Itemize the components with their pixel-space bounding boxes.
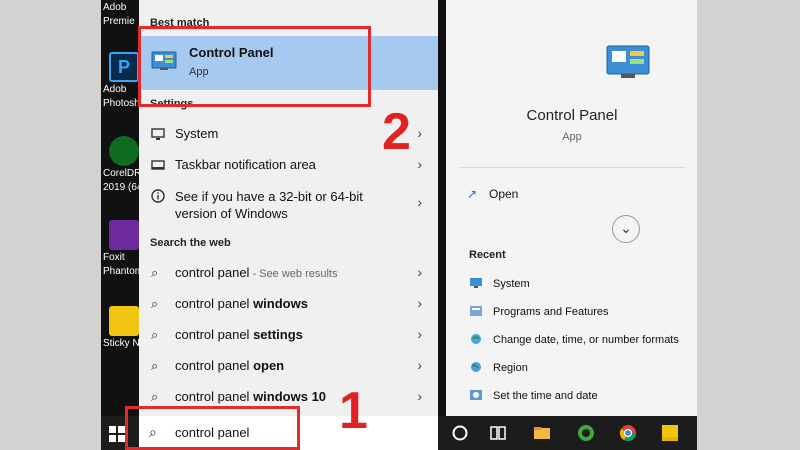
- taskbar-icon: [151, 160, 165, 170]
- desktop-icon-photoshop[interactable]: P Adob Photosh: [103, 52, 139, 110]
- web-result-item[interactable]: ⌕ control panel settings ›: [139, 321, 438, 349]
- recent-item[interactable]: Set the time and date: [469, 389, 598, 402]
- settings-item-label: System: [175, 126, 219, 141]
- chevron-right-icon[interactable]: ›: [417, 388, 422, 404]
- web-result-item[interactable]: ⌕ control panel windows ›: [139, 290, 438, 318]
- desktop-icon-coreldraw[interactable]: CorelDR 2019 (64: [103, 136, 139, 194]
- annotation-number-two: 2: [382, 103, 411, 161]
- desktop: Adob Premie P Adob Photosh CorelDR 2019 …: [101, 0, 139, 416]
- programs-icon: [470, 306, 482, 316]
- settings-item-label-line2: version of Windows: [175, 206, 288, 221]
- chevron-down-icon: ⌄: [620, 220, 632, 236]
- search-icon: ⌕: [151, 296, 159, 311]
- divider: [460, 167, 685, 168]
- system-icon: [470, 278, 482, 288]
- annotation-number-one: 1: [339, 382, 368, 440]
- desktop-icon-label: Premie: [103, 16, 135, 27]
- desktop-icon-label: CorelDR: [103, 168, 139, 179]
- open-label: Open: [489, 187, 519, 201]
- chevron-right-icon[interactable]: ›: [417, 357, 422, 373]
- screenshot-frame: Adob Premie P Adob Photosh CorelDR 2019 …: [101, 0, 697, 450]
- settings-item-label: Taskbar notification area: [175, 157, 316, 172]
- web-result-text: control panel: [175, 358, 254, 373]
- detail-title: Control Panel: [526, 107, 618, 124]
- chevron-right-icon[interactable]: ›: [417, 295, 422, 311]
- control-panel-icon: [606, 45, 650, 78]
- recent-item[interactable]: Region: [469, 361, 528, 374]
- recent-item-label: Region: [493, 362, 528, 374]
- search-icon: ⌕: [151, 389, 159, 404]
- chevron-right-icon[interactable]: ›: [417, 326, 422, 342]
- annotation-box-best-match: [138, 26, 371, 107]
- chevron-right-icon[interactable]: ›: [417, 125, 422, 141]
- desktop-icon-sticky-notes[interactable]: Sticky N: [103, 306, 139, 350]
- settings-item-bitness[interactable]: See if you have a 32-bit or 64-bit versi…: [139, 182, 438, 226]
- search-icon: ⌕: [151, 327, 159, 342]
- sticky-notes-taskbar-icon[interactable]: [661, 424, 679, 442]
- sticky-notes-icon: [109, 306, 139, 336]
- desktop-icon-label: Foxit: [103, 252, 125, 263]
- chrome-icon[interactable]: [619, 424, 637, 442]
- chevron-right-icon[interactable]: ›: [417, 156, 422, 172]
- web-result-hint: - See web results: [249, 268, 338, 280]
- photoshop-icon: P: [109, 52, 139, 82]
- detail-subtitle: App: [562, 131, 582, 143]
- open-icon: ↗: [467, 187, 478, 201]
- task-view-icon[interactable]: [489, 424, 507, 442]
- desktop-icon-label: Phantom: [103, 266, 139, 277]
- coreldraw-taskbar-icon[interactable]: [577, 424, 595, 442]
- windows-start-icon[interactable]: [109, 426, 125, 442]
- open-action[interactable]: ↗ Open: [467, 187, 518, 201]
- chevron-right-icon[interactable]: ›: [417, 194, 422, 210]
- web-result-text: control panel: [175, 327, 254, 342]
- web-result-item[interactable]: ⌕ control panel open ›: [139, 352, 438, 380]
- desktop-icon-label: Photosh: [103, 98, 139, 109]
- web-result-text: control panel: [175, 389, 254, 404]
- recent-item-label: Change date, time, or number formats: [493, 334, 679, 346]
- desktop-icon-label: Adob: [103, 2, 127, 13]
- desktop-icon-premiere[interactable]: Adob Premie: [103, 0, 139, 28]
- web-result-bold: settings: [253, 327, 303, 342]
- annotation-box-search: [125, 406, 300, 450]
- globe-icon: [471, 362, 481, 372]
- recent-item[interactable]: Programs and Features: [469, 305, 609, 318]
- cortana-icon[interactable]: [451, 424, 469, 442]
- info-icon: [151, 189, 165, 203]
- web-result-text: control panel: [175, 265, 250, 280]
- web-result-bold: windows 10: [253, 389, 327, 404]
- chevron-right-icon[interactable]: ›: [417, 264, 422, 280]
- file-explorer-icon[interactable]: [533, 424, 551, 442]
- web-result-bold: windows: [253, 296, 308, 311]
- desktop-icon-label: Sticky N: [103, 338, 139, 349]
- search-icon: ⌕: [151, 265, 159, 280]
- search-icon: ⌕: [151, 358, 159, 373]
- recent-heading: Recent: [469, 249, 506, 261]
- desktop-icon-label: Adob: [103, 84, 127, 95]
- clock-icon: [470, 390, 482, 400]
- foxit-icon: [109, 220, 139, 250]
- expand-button[interactable]: ⌄: [612, 215, 640, 243]
- desktop-icon-foxit[interactable]: Foxit Phantom: [103, 220, 139, 278]
- recent-item-label: Programs and Features: [493, 306, 609, 318]
- recent-item[interactable]: System: [469, 277, 530, 290]
- app-detail-panel: Control Panel App ↗ Open ⌄ Recent System …: [446, 0, 697, 416]
- search-web-heading: Search the web: [150, 237, 231, 249]
- web-result-text: control panel: [175, 296, 254, 311]
- globe-clock-icon: [471, 334, 481, 344]
- settings-item-label: See if you have a 32-bit or 64-bit: [175, 189, 363, 204]
- system-icon: [151, 128, 165, 140]
- recent-item[interactable]: Change date, time, or number formats: [469, 333, 679, 346]
- coreldraw-icon: [109, 136, 139, 166]
- web-result-bold: open: [253, 358, 285, 373]
- recent-item-label: Set the time and date: [493, 390, 598, 402]
- desktop-icon-label: 2019 (64: [103, 182, 139, 193]
- recent-item-label: System: [493, 278, 530, 290]
- web-result-item[interactable]: ⌕ control panel - See web results ›: [139, 259, 438, 287]
